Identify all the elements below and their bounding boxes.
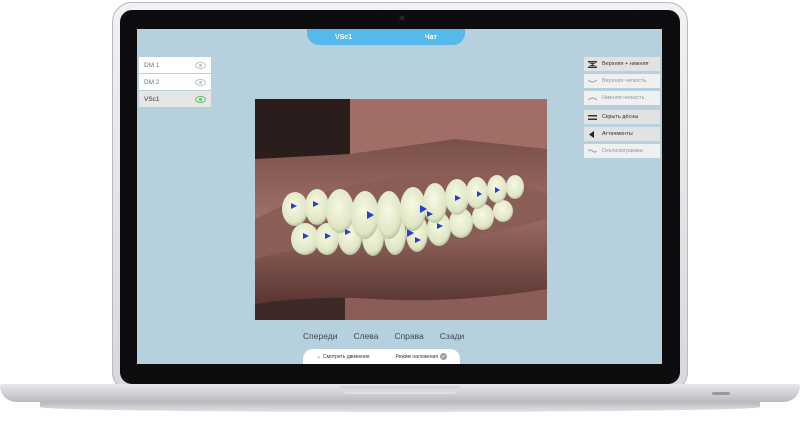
overlay-mode-toggle[interactable]: Режим наложения ✓: [396, 353, 447, 360]
tab-back[interactable]: Сзади: [432, 331, 472, 341]
occlusogram-icon: [588, 148, 597, 155]
view-movements-label: Смотреть движения: [323, 353, 370, 360]
both-jaws-icon: [588, 60, 597, 68]
model-item-dm1[interactable]: DM 1: [139, 57, 211, 73]
attachments-icon: [588, 130, 597, 138]
view-tabs: Спереди Слева Справа Сзади: [303, 331, 472, 341]
chevron-down-icon: ⌄: [316, 354, 322, 360]
3d-viewport[interactable]: [255, 99, 547, 320]
chat-tab[interactable]: Чат: [425, 34, 437, 41]
tab-left[interactable]: Слева: [345, 331, 386, 341]
lower-jaw-label: Нижняя челюсть: [602, 95, 645, 101]
tab-front[interactable]: Спереди: [303, 331, 345, 341]
both-jaws-label: Верхняя + нижняя: [602, 61, 649, 67]
bottom-bar: ⌄ Смотреть движения Режим наложения ✓: [303, 349, 460, 364]
model-item-dm2[interactable]: DM 2: [139, 74, 211, 90]
eye-icon[interactable]: [195, 78, 206, 86]
app-screen: VSc1 Чат DM 1 DM 2 VSc1 Верхняя + нижняя: [137, 29, 662, 364]
lower-jaw-icon: [588, 95, 597, 102]
window-title[interactable]: VSc1: [335, 34, 352, 41]
eye-icon[interactable]: [195, 61, 206, 69]
overlay-mode-label: Режим наложения: [395, 353, 438, 360]
webcam-icon: [398, 14, 406, 22]
dental-model-render: [255, 99, 547, 320]
model-item-label: DM 1: [144, 61, 160, 69]
upper-jaw-button[interactable]: Верхняя челюсть: [584, 74, 660, 88]
attachments-label: Аттачменты: [602, 131, 633, 137]
hide-gums-label: Скрыть дёсны: [602, 114, 639, 120]
occlusogram-label: Окклюзограмма: [602, 148, 643, 154]
check-icon: ✓: [439, 353, 447, 360]
attachments-button[interactable]: Аттачменты: [584, 127, 660, 141]
tab-right[interactable]: Справа: [386, 331, 431, 341]
model-item-label: VSc1: [144, 95, 160, 103]
view-movements-button[interactable]: ⌄ Смотреть движения: [316, 353, 370, 361]
lower-jaw-button[interactable]: Нижняя челюсть: [584, 91, 660, 105]
model-list: DM 1 DM 2 VSc1: [139, 57, 211, 108]
title-bar: VSc1 Чат: [307, 29, 465, 45]
laptop-shadow: [40, 402, 760, 412]
view-options-panel: Верхняя + нижняя Верхняя челюсть Нижняя …: [584, 57, 660, 161]
laptop-notch: [340, 386, 460, 394]
hide-gums-button[interactable]: Скрыть дёсны: [584, 110, 660, 124]
both-jaws-button[interactable]: Верхняя + нижняя: [584, 57, 660, 71]
model-item-label: DM 2: [144, 78, 160, 86]
upper-jaw-icon: [588, 78, 597, 85]
hide-gums-icon: [588, 114, 597, 121]
occlusogram-button[interactable]: Окклюзограмма: [584, 144, 660, 158]
upper-jaw-label: Верхняя челюсть: [602, 78, 647, 84]
model-item-vsc1[interactable]: VSc1: [139, 91, 211, 107]
eye-icon[interactable]: [195, 95, 206, 103]
laptop-indicator: [712, 392, 730, 395]
